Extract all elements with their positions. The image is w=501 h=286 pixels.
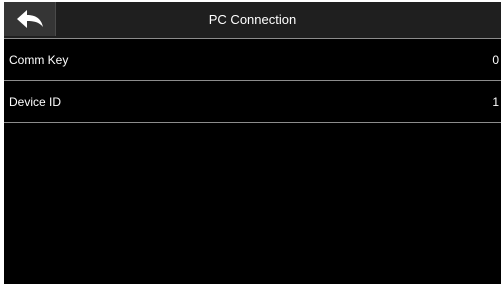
back-button[interactable] <box>4 2 56 36</box>
menu-item-label: Comm Key <box>9 53 69 67</box>
settings-menu: Comm Key 0 Device ID 1 <box>4 38 501 123</box>
title-bar: PC Connection <box>4 2 501 38</box>
menu-item-device-id[interactable]: Device ID 1 <box>4 81 501 122</box>
back-arrow-icon <box>15 8 45 30</box>
menu-item-comm-key[interactable]: Comm Key 0 <box>4 39 501 80</box>
menu-item-label: Device ID <box>9 95 62 109</box>
page-title: PC Connection <box>208 12 297 27</box>
menu-item-value: 0 <box>492 53 499 67</box>
divider <box>4 122 501 123</box>
menu-item-value: 1 <box>492 95 499 109</box>
device-screen: PC Connection Comm Key 0 Device ID 1 <box>4 2 501 284</box>
